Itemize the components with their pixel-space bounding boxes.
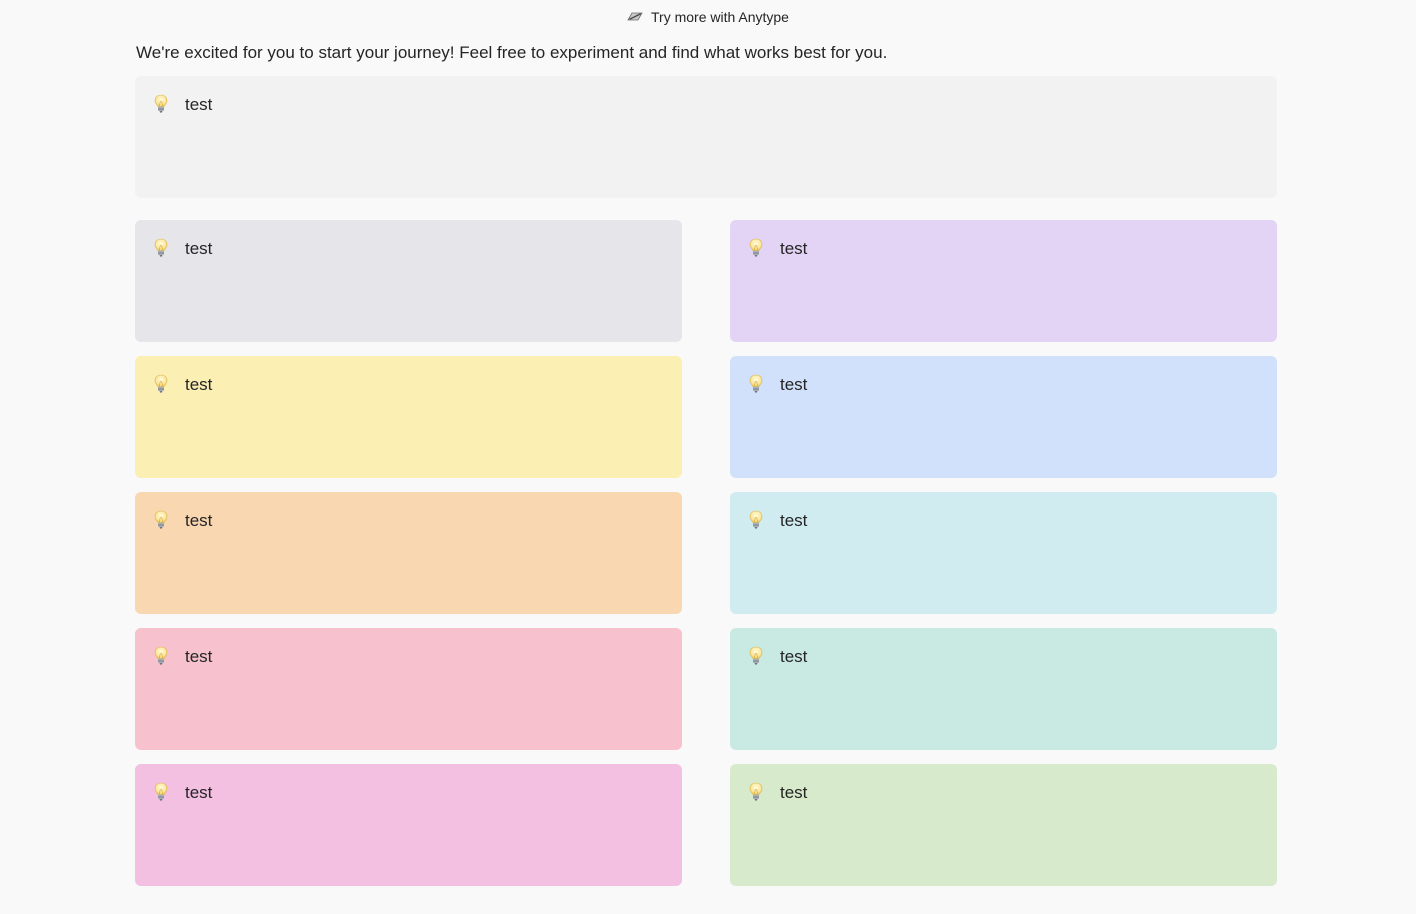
callout-text[interactable]: test — [780, 239, 807, 259]
lightbulb-icon — [153, 782, 169, 802]
callout-text[interactable]: test — [780, 647, 807, 667]
callout-block[interactable]: test — [135, 356, 682, 478]
lightbulb-icon — [153, 646, 169, 666]
callout-block[interactable]: test — [730, 356, 1277, 478]
callout-block[interactable]: test — [135, 76, 1277, 198]
callout-text[interactable]: test — [185, 511, 212, 531]
callout-text[interactable]: test — [185, 239, 212, 259]
callout-text[interactable]: test — [780, 375, 807, 395]
anytype-leaf-icon — [627, 9, 643, 25]
lightbulb-icon — [153, 94, 169, 114]
lightbulb-icon — [748, 374, 764, 394]
try-anytype-link[interactable]: Try more with Anytype — [651, 9, 789, 25]
callout-text[interactable]: test — [185, 783, 212, 803]
lightbulb-icon — [748, 782, 764, 802]
callout-block[interactable]: test — [135, 492, 682, 614]
callout-block[interactable]: test — [730, 628, 1277, 750]
lightbulb-icon — [748, 646, 764, 666]
intro-text: We're excited for you to start your jour… — [136, 43, 888, 62]
lightbulb-icon — [153, 510, 169, 530]
callout-text[interactable]: test — [780, 511, 807, 531]
callout-block[interactable]: test — [730, 764, 1277, 886]
callout-text[interactable]: test — [780, 783, 807, 803]
callout-block[interactable]: test — [135, 628, 682, 750]
callout-block[interactable]: test — [730, 492, 1277, 614]
callout-block[interactable]: test — [135, 220, 682, 342]
lightbulb-icon — [748, 238, 764, 258]
callout-text[interactable]: test — [185, 95, 212, 115]
page: Try more with Anytype We're excited for … — [0, 0, 1416, 914]
try-anytype-banner[interactable]: Try more with Anytype — [0, 0, 1416, 34]
callout-text[interactable]: test — [185, 647, 212, 667]
callout-text[interactable]: test — [185, 375, 212, 395]
lightbulb-icon — [153, 374, 169, 394]
lightbulb-icon — [153, 238, 169, 258]
callout-block[interactable]: test — [135, 764, 682, 886]
lightbulb-icon — [748, 510, 764, 530]
callout-block[interactable]: test — [730, 220, 1277, 342]
